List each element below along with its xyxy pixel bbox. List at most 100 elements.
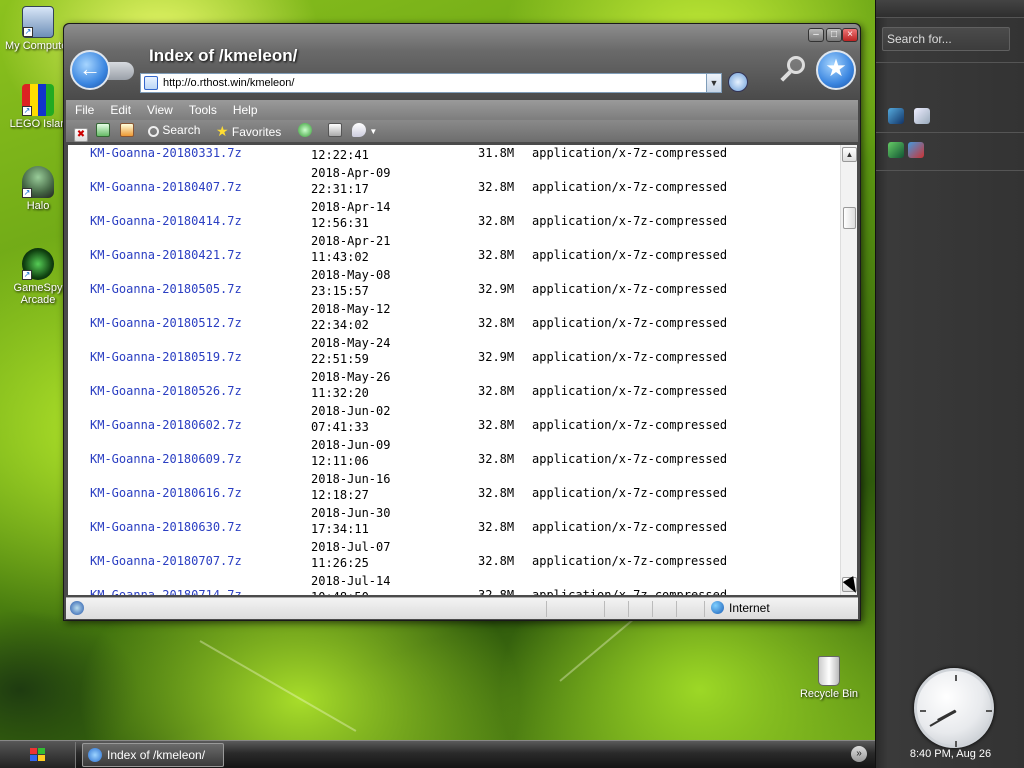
menu-file[interactable]: File — [66, 100, 101, 117]
file-date-time: 17:34:11 — [311, 522, 369, 536]
print-button[interactable] — [328, 123, 342, 139]
page-content: KM-Goanna-20180331.7z 2018-Mar-31 12:22:41… — [68, 145, 857, 595]
page-icon — [144, 76, 158, 90]
sidebar-top-bar — [876, 0, 1024, 18]
file-date-time: 23:15:57 — [311, 284, 369, 298]
file-link[interactable]: KM-Goanna-20180609.7z — [90, 452, 242, 466]
messenger-button[interactable]: ▼ — [352, 123, 377, 139]
print-icon — [328, 123, 342, 137]
start-button[interactable] — [0, 742, 76, 768]
file-date-day: 2018-Jun-16 — [311, 472, 391, 486]
maximize-button[interactable]: □ — [826, 28, 842, 42]
vertical-scrollbar[interactable]: ▲ ▼ — [840, 145, 857, 595]
file-type: application/x-7z-compressed — [532, 248, 728, 262]
menu-view[interactable]: View — [138, 100, 180, 117]
file-link[interactable]: KM-Goanna-20180630.7z — [90, 520, 242, 534]
status-cell — [652, 601, 653, 617]
file-type: application/x-7z-compressed — [532, 384, 728, 398]
file-link[interactable]: KM-Goanna-20180407.7z — [90, 180, 242, 194]
address-dropdown-button[interactable]: ▼ — [706, 73, 722, 93]
desktop-icon-label: LEGO Islan — [9, 118, 67, 130]
file-date-time: 12:56:31 — [311, 216, 369, 230]
sidebar-search-input[interactable]: Search for... — [882, 27, 1010, 51]
file-date-time: 12:22:41 — [311, 148, 369, 162]
go-button[interactable] — [728, 72, 748, 92]
gadget-icon[interactable] — [908, 142, 924, 158]
stop-icon: ✖ — [74, 128, 88, 142]
search-toolbar-button[interactable]: Search — [148, 123, 200, 139]
file-link[interactable]: KM-Goanna-20180707.7z — [90, 554, 242, 568]
menu-tools[interactable]: Tools — [180, 100, 224, 117]
file-link[interactable]: KM-Goanna-20180714.7z — [90, 588, 242, 595]
scroll-thumb[interactable] — [843, 207, 856, 229]
browser-icon — [88, 748, 102, 762]
close-button[interactable]: × — [842, 28, 858, 42]
search-label: Search — [162, 123, 201, 137]
file-type: application/x-7z-compressed — [532, 146, 728, 160]
clock-tick — [955, 741, 957, 747]
favorites-toolbar-button[interactable]: ★ Favorites — [216, 123, 281, 139]
file-date-day: 2018-May-24 — [311, 336, 391, 350]
file-type: application/x-7z-compressed — [532, 282, 728, 296]
address-bar[interactable]: http://o.rthost.win/kmeleon/ — [140, 73, 722, 93]
file-link[interactable]: KM-Goanna-20180616.7z — [90, 486, 242, 500]
file-date-day: 2018-Jul-07 — [311, 540, 391, 554]
favorites-button[interactable]: ★ — [816, 50, 856, 90]
security-zone: Internet — [711, 601, 770, 615]
status-bar: Internet — [66, 597, 858, 619]
home-icon — [120, 123, 134, 137]
file-size: 32.8M — [478, 248, 515, 262]
file-link[interactable]: KM-Goanna-20180414.7z — [90, 214, 242, 228]
file-date: 2018-May-24 22:51:59 — [311, 335, 390, 367]
file-link[interactable]: KM-Goanna-20180505.7z — [90, 282, 242, 296]
file-date: 2018-Jun-30 17:34:11 — [311, 505, 390, 537]
file-link[interactable]: KM-Goanna-20180526.7z — [90, 384, 242, 398]
file-date-day: 2018-Mar-31 — [311, 145, 390, 146]
file-date-day: 2018-Jul-14 — [311, 574, 391, 588]
desktop-icon-recycle-bin[interactable]: Recycle Bin — [793, 656, 865, 700]
back-arrow-icon: ← — [79, 56, 101, 81]
back-button[interactable]: ← — [70, 50, 110, 90]
tray-expand-icon[interactable]: » — [851, 746, 867, 762]
gadget-icon[interactable] — [888, 142, 904, 158]
menu-edit[interactable]: Edit — [101, 100, 138, 117]
file-size: 32.9M — [478, 282, 515, 296]
file-link[interactable]: KM-Goanna-20180331.7z — [90, 146, 242, 160]
magnifier-handle — [780, 70, 792, 82]
file-type: application/x-7z-compressed — [532, 214, 728, 228]
clock-label: 8:40 PM, Aug 26 — [909, 748, 992, 760]
file-date-time: 10:48:50 — [311, 590, 369, 595]
file-type: application/x-7z-compressed — [532, 316, 728, 330]
minimize-button[interactable]: – — [808, 28, 824, 42]
file-date-day: 2018-May-08 — [311, 268, 391, 282]
clock-tick — [955, 675, 957, 681]
list-item: KM-Goanna-20180331.7z 2018-Mar-31 12:22:41… — [68, 145, 828, 173]
file-link[interactable]: KM-Goanna-20180421.7z — [90, 248, 242, 262]
taskbar-button-browser[interactable]: Index of /kmeleon/ — [82, 743, 224, 767]
list-item: KM-Goanna-20180602.7z 2018-Jun-02 07:41:33… — [68, 404, 828, 445]
leaf-vein — [199, 640, 357, 732]
status-cell — [676, 601, 677, 617]
menu-help[interactable]: Help — [224, 100, 265, 117]
file-link[interactable]: KM-Goanna-20180519.7z — [90, 350, 242, 364]
file-size: 32.8M — [478, 214, 515, 228]
history-button[interactable] — [298, 123, 312, 139]
scroll-up-button[interactable]: ▲ — [842, 147, 857, 162]
file-link[interactable]: KM-Goanna-20180602.7z — [90, 418, 242, 432]
file-date-day: 2018-Jun-30 — [311, 506, 391, 520]
desktop-icon-label: My Computer — [4, 40, 72, 52]
home-button[interactable] — [120, 123, 134, 139]
gadget-icon[interactable] — [888, 108, 904, 124]
list-item: KM-Goanna-20180630.7z 2018-Jun-30 17:34:11… — [68, 506, 828, 547]
file-date-time: 11:43:02 — [311, 250, 369, 264]
file-type: application/x-7z-compressed — [532, 350, 728, 364]
toolbar: ✖ Search ★ Favorites ▼ — [66, 120, 858, 142]
stop-button[interactable]: ✖ — [74, 123, 88, 142]
file-date: 2018-Apr-21 11:43:02 — [311, 233, 390, 265]
search-icon — [148, 126, 159, 137]
refresh-button[interactable] — [96, 123, 110, 139]
file-link[interactable]: KM-Goanna-20180512.7z — [90, 316, 242, 330]
search-button[interactable] — [777, 54, 809, 86]
analog-clock[interactable] — [914, 668, 994, 748]
gadget-icon[interactable] — [914, 108, 930, 124]
